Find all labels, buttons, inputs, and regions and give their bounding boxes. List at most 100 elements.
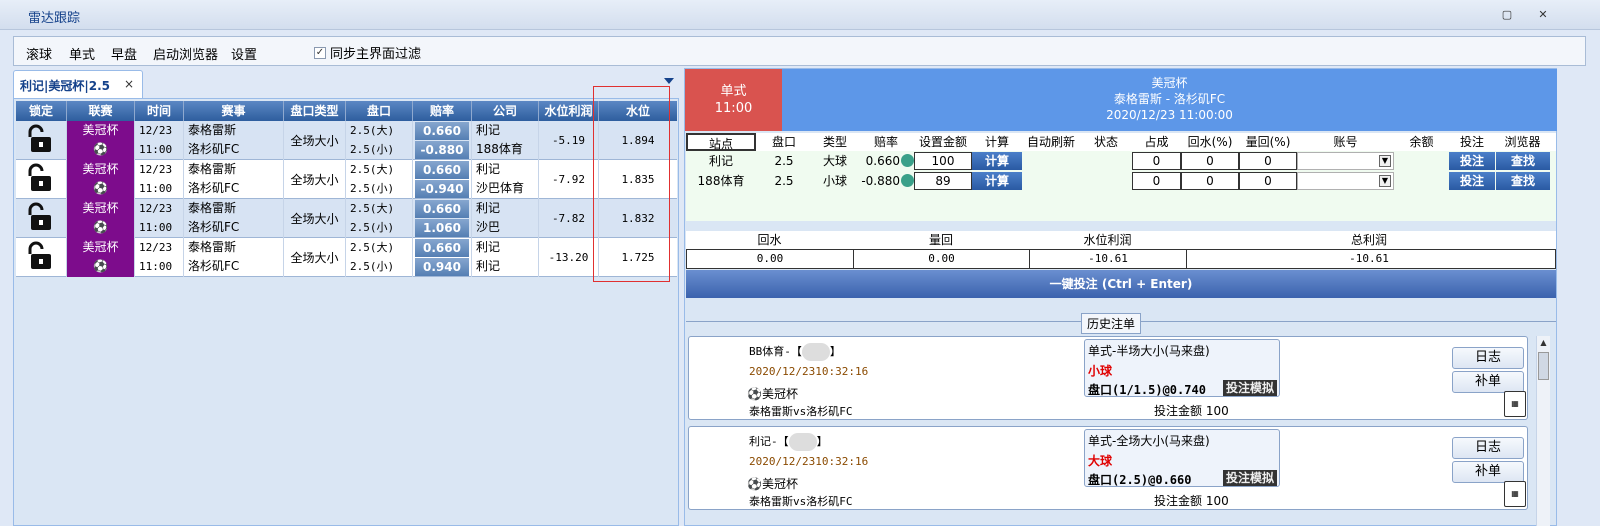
soccer-ball-icon: ⚽ (93, 259, 108, 273)
summary-table: 回水 量回 水位利润 总利润 0.00 0.00 -10.61 -10.61 (686, 231, 1556, 271)
account-select[interactable]: ▼ (1297, 152, 1394, 170)
menu-inplay[interactable]: 滚球 (26, 44, 52, 63)
match-time: 11:00 (139, 221, 173, 234)
col-profit[interactable]: 水位利润 (539, 101, 599, 121)
history-label: 历史注单 (1081, 313, 1142, 334)
rebate-input[interactable]: 0 (1181, 152, 1239, 170)
menu-launch-browser[interactable]: 启动浏览器 (153, 44, 218, 63)
history-bet-box: 单式-全场大小(马来盘) 大球 盘口(2.5)@0.660 投注模拟 (1084, 429, 1280, 487)
history-scrollbar[interactable]: ▲ (1536, 336, 1550, 526)
backflow-input[interactable]: 0 (1239, 172, 1297, 190)
arb-row[interactable]: 美冠杯 ⚽ 12/23 11:00 泰格雷斯 洛杉矶FC 全场大小 2.5(大) 2.5(小) 0… (16, 199, 677, 238)
bet-col-11: 账号 (1333, 135, 1358, 149)
scroll-up-icon[interactable]: ▲ (1537, 336, 1550, 350)
lock-toggle[interactable] (16, 238, 67, 277)
company-under: 沙巴体育 (476, 181, 525, 195)
lock-toggle[interactable] (16, 121, 67, 160)
close-icon[interactable]: ✕ (1536, 8, 1550, 22)
company-over: 利记 (476, 123, 501, 137)
bet-col-7: 状态 (1093, 135, 1118, 149)
company-cell: 利记 利记 (472, 238, 539, 277)
sync-filter-toggle[interactable]: ✓ 同步主界面过滤 (314, 43, 421, 62)
menu-today[interactable]: 单式 (69, 44, 95, 63)
col-line[interactable]: 盘口 (346, 101, 413, 121)
backflow-input[interactable]: 0 (1239, 152, 1297, 170)
log-button[interactable]: 日志 (1452, 347, 1524, 369)
one-click-bet-button[interactable]: 一键投注 (Ctrl + Enter) (686, 270, 1556, 298)
market-type-cell: 全场大小 (284, 238, 346, 277)
home-team: 泰格雷斯 (188, 123, 237, 137)
auto-refresh[interactable] (1022, 171, 1080, 191)
find-button[interactable]: 查找 (1496, 172, 1550, 190)
away-team: 洛杉矶FC (188, 220, 240, 234)
lock-toggle[interactable] (16, 160, 67, 199)
col-lock[interactable]: 锁定 (16, 101, 67, 121)
calculator-icon[interactable]: ▦ (1504, 481, 1526, 507)
history-company-wrap: 利记-【 】 (749, 433, 828, 451)
profit-cell: -13.20 (539, 238, 599, 277)
calc-button[interactable]: 计算 (972, 172, 1022, 190)
tab-close-icon[interactable]: × (124, 77, 134, 91)
bet-table-header: 站点 盘口 类型 赔率 设置金额 计算 自动刷新 状态 占成 回水(%) 量回(%) 账号 余额 投注 浏览… (686, 133, 1556, 151)
history-company-end: 】 (816, 435, 828, 448)
market-type-cell: 全场大小 (284, 121, 346, 160)
col-time[interactable]: 时间 (135, 101, 184, 121)
col-event[interactable]: 赛事 (184, 101, 284, 121)
bet-button[interactable]: 投注 (1449, 152, 1495, 170)
share-input[interactable]: 0 (1132, 172, 1181, 190)
menu-settings[interactable]: 设置 (231, 44, 257, 63)
tab-active[interactable]: 利记|美冠杯|2.5 × (13, 70, 143, 98)
redacted-account (801, 343, 830, 361)
company-over: 利记 (476, 240, 501, 254)
account-select[interactable]: ▼ (1297, 172, 1394, 190)
league-name: 美冠杯 (82, 201, 119, 215)
col-company[interactable]: 公司 (472, 101, 539, 121)
league-cell: 美冠杯 ⚽ (67, 238, 135, 277)
history-bet-title: 单式-半场大小(马来盘) (1088, 344, 1210, 358)
league-cell: 美冠杯 ⚽ (67, 160, 135, 199)
arb-row[interactable]: 美冠杯 ⚽ 12/23 11:00 泰格雷斯 洛杉矶FC 全场大小 2.5(大) 2.5(小) 0… (16, 238, 677, 277)
bet-panel: 单式 11:00 美冠杯 泰格雷斯 - 洛杉矶FC 2020/12/23 11:… (684, 68, 1557, 526)
summary-values: 0.00 0.00 -10.61 -10.61 (686, 249, 1556, 269)
fill-order-button[interactable]: 补单 (1452, 461, 1524, 483)
lock-toggle[interactable] (16, 199, 67, 238)
sync-checkbox[interactable]: ✓ (314, 46, 326, 59)
log-button[interactable]: 日志 (1452, 437, 1524, 459)
line-over: 2.5(大) (350, 124, 395, 137)
rebate-input[interactable]: 0 (1181, 172, 1239, 190)
scroll-thumb[interactable] (1538, 352, 1549, 380)
title-bar: 雷达跟踪 ▢ ✕ (0, 0, 1600, 30)
arb-row[interactable]: 美冠杯 ⚽ 12/23 11:00 泰格雷斯 洛杉矶FC 全场大小 2.5(大) 2.5(小) 0… (16, 160, 677, 199)
bet-button[interactable]: 投注 (1449, 172, 1495, 190)
fill-order-button[interactable]: 补单 (1452, 371, 1524, 393)
chevron-down-icon: ▼ (1379, 155, 1391, 167)
history-time: 2020/12/2310:32:16 (749, 455, 869, 468)
line-under: 2.5(小) (350, 182, 395, 195)
tab-dropdown-icon[interactable] (664, 78, 674, 84)
amount-input[interactable]: 89 (914, 172, 972, 190)
refresh-icon[interactable] (901, 174, 914, 187)
auto-refresh[interactable] (1022, 151, 1080, 171)
bet-col-12: 余额 (1409, 135, 1434, 149)
find-button[interactable]: 查找 (1496, 152, 1550, 170)
col-market-type[interactable]: 盘口类型 (284, 101, 346, 121)
amount-input[interactable]: 100 (914, 152, 972, 170)
summary-rebate: 0.00 (687, 250, 854, 268)
share-input[interactable]: 0 (1132, 152, 1181, 170)
calculator-icon[interactable]: ▦ (1504, 391, 1526, 417)
bet-col-3: 赔率 (873, 135, 898, 149)
arb-row[interactable]: 美冠杯 ⚽ 12/23 11:00 泰格雷斯 洛杉矶FC 全场大小 2.5(大) 2.5(小) 0… (16, 121, 677, 160)
calc-button[interactable]: 计算 (972, 152, 1022, 170)
balance (1394, 151, 1449, 171)
highlight-box (593, 86, 670, 282)
menu-early[interactable]: 早盘 (111, 44, 137, 63)
restore-icon[interactable]: ▢ (1500, 8, 1514, 22)
refresh-icon[interactable] (901, 154, 914, 167)
col-league[interactable]: 联赛 (67, 101, 135, 121)
odds-cell: 0.660 0.940 (413, 238, 472, 277)
match-datetime: 2020/12/23 11:00:00 (1106, 108, 1233, 122)
company-under: 188体育 (476, 142, 523, 156)
odds-under: -0.880 (415, 141, 469, 159)
time-cell: 12/23 11:00 (135, 238, 184, 277)
col-odds[interactable]: 赔率 (413, 101, 472, 121)
